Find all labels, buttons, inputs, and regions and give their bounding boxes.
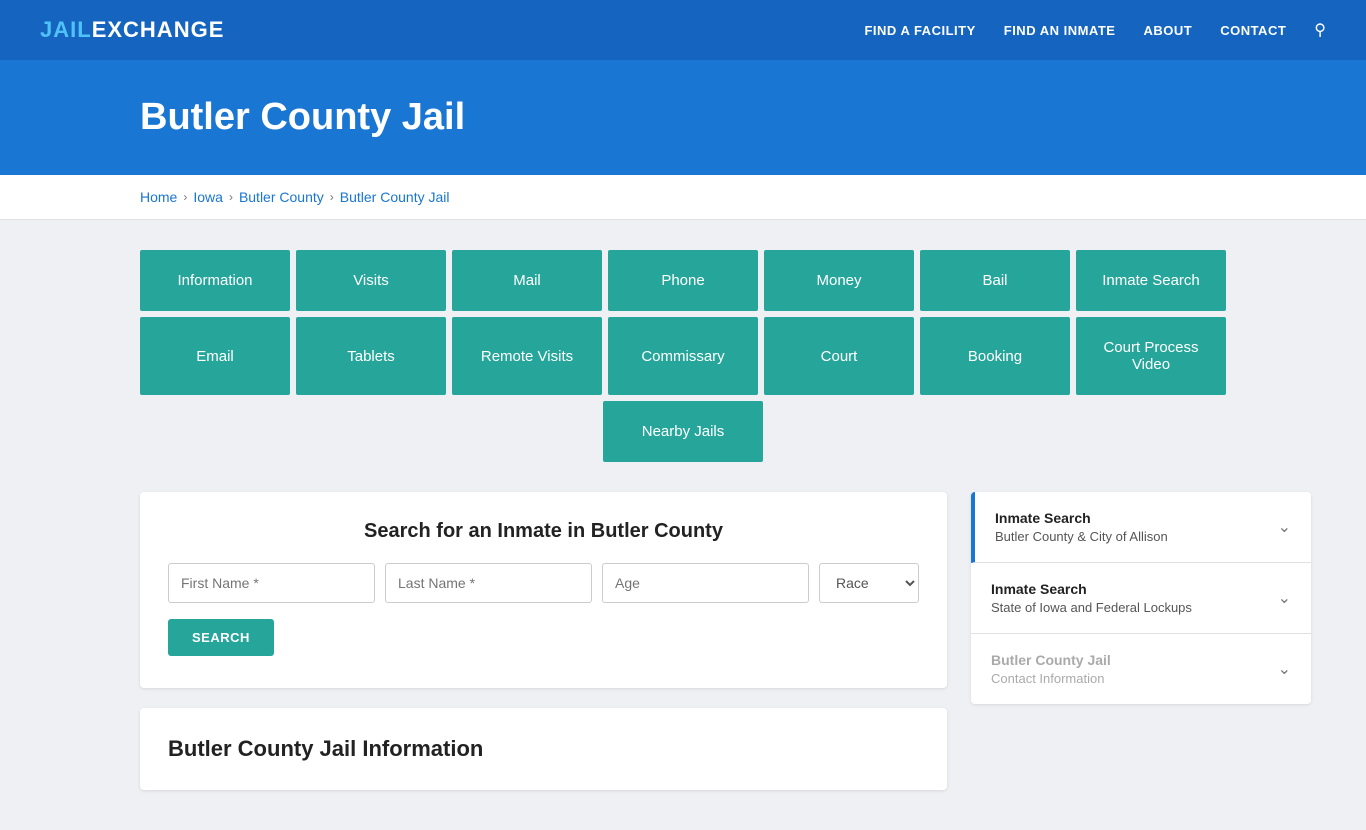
breadcrumb-sep-1: › — [183, 190, 187, 204]
btn-tablets[interactable]: Tablets — [296, 317, 446, 395]
btn-court-process-video[interactable]: Court Process Video — [1076, 317, 1226, 395]
site-header: JAILEXCHANGE FIND A FACILITY FIND AN INM… — [0, 0, 1366, 60]
sidebar-sublabel-iowa: State of Iowa and Federal Lockups — [991, 600, 1192, 615]
btn-inmate-search[interactable]: Inmate Search — [1076, 250, 1226, 311]
hero-section: Butler County Jail — [0, 60, 1366, 175]
search-button[interactable]: SEARCH — [168, 619, 274, 656]
btn-nearby-jails[interactable]: Nearby Jails — [603, 401, 763, 462]
category-button-grid: Information Visits Mail Phone Money Bail… — [140, 250, 1226, 462]
sidebar-sublabel-butler: Butler County & City of Allison — [995, 529, 1168, 544]
breadcrumb-iowa[interactable]: Iowa — [193, 189, 223, 205]
btn-booking[interactable]: Booking — [920, 317, 1070, 395]
sidebar-item-text-contact: Butler County Jail Contact Information — [991, 652, 1111, 686]
breadcrumb-current: Butler County Jail — [340, 189, 450, 205]
btn-remote-visits[interactable]: Remote Visits — [452, 317, 602, 395]
btn-money[interactable]: Money — [764, 250, 914, 311]
age-input[interactable] — [602, 563, 809, 603]
last-name-input[interactable] — [385, 563, 592, 603]
btn-commissary[interactable]: Commissary — [608, 317, 758, 395]
sidebar-item-text-iowa: Inmate Search State of Iowa and Federal … — [991, 581, 1192, 615]
site-logo[interactable]: JAILEXCHANGE — [40, 17, 224, 43]
info-section: Butler County Jail Information — [140, 708, 947, 790]
left-panel: Search for an Inmate in Butler County Ra… — [140, 492, 947, 790]
sidebar-item-inmate-search-iowa[interactable]: Inmate Search State of Iowa and Federal … — [971, 563, 1311, 634]
search-title: Search for an Inmate in Butler County — [168, 520, 919, 543]
first-name-input[interactable] — [168, 563, 375, 603]
btn-mail[interactable]: Mail — [452, 250, 602, 311]
nav-contact[interactable]: CONTACT — [1220, 23, 1286, 38]
btn-email[interactable]: Email — [140, 317, 290, 395]
btn-visits[interactable]: Visits — [296, 250, 446, 311]
btn-court[interactable]: Court — [764, 317, 914, 395]
btn-phone[interactable]: Phone — [608, 250, 758, 311]
search-fields: Race White Black Hispanic Asian Other — [168, 563, 919, 603]
btn-bail[interactable]: Bail — [920, 250, 1070, 311]
btn-information[interactable]: Information — [140, 250, 290, 311]
content-row: Search for an Inmate in Butler County Ra… — [140, 492, 1226, 790]
chevron-down-icon: ⌄ — [1278, 517, 1291, 537]
nav-about[interactable]: ABOUT — [1143, 23, 1192, 38]
chevron-down-icon-3: ⌄ — [1278, 659, 1291, 679]
sidebar-item-contact-info[interactable]: Butler County Jail Contact Information ⌄ — [971, 634, 1311, 704]
sidebar-label-contact: Butler County Jail — [991, 652, 1111, 668]
page-title: Butler County Jail — [140, 96, 1326, 139]
sidebar-label-butler: Inmate Search — [995, 510, 1168, 526]
search-icon[interactable]: ⚲ — [1314, 20, 1326, 40]
sidebar-sublabel-contact: Contact Information — [991, 671, 1111, 686]
breadcrumb-sep-2: › — [229, 190, 233, 204]
main-nav: FIND A FACILITY FIND AN INMATE ABOUT CON… — [864, 20, 1326, 40]
breadcrumb: Home › Iowa › Butler County › Butler Cou… — [0, 175, 1366, 220]
chevron-down-icon-2: ⌄ — [1278, 588, 1291, 608]
breadcrumb-home[interactable]: Home — [140, 189, 177, 205]
sidebar-label-iowa: Inmate Search — [991, 581, 1192, 597]
right-sidebar: Inmate Search Butler County & City of Al… — [971, 492, 1311, 704]
sidebar-item-inmate-search-butler[interactable]: Inmate Search Butler County & City of Al… — [971, 492, 1311, 563]
main-content: Information Visits Mail Phone Money Bail… — [0, 220, 1366, 830]
nav-find-facility[interactable]: FIND A FACILITY — [864, 23, 975, 38]
logo-part1: JAIL — [40, 17, 92, 42]
inmate-search-box: Search for an Inmate in Butler County Ra… — [140, 492, 947, 688]
breadcrumb-butler-county[interactable]: Butler County — [239, 189, 324, 205]
race-select[interactable]: Race White Black Hispanic Asian Other — [819, 563, 919, 603]
logo-part2: EXCHANGE — [92, 17, 225, 42]
nav-find-inmate[interactable]: FIND AN INMATE — [1004, 23, 1116, 38]
sidebar-item-text-butler: Inmate Search Butler County & City of Al… — [995, 510, 1168, 544]
breadcrumb-sep-3: › — [330, 190, 334, 204]
info-title: Butler County Jail Information — [168, 736, 919, 762]
